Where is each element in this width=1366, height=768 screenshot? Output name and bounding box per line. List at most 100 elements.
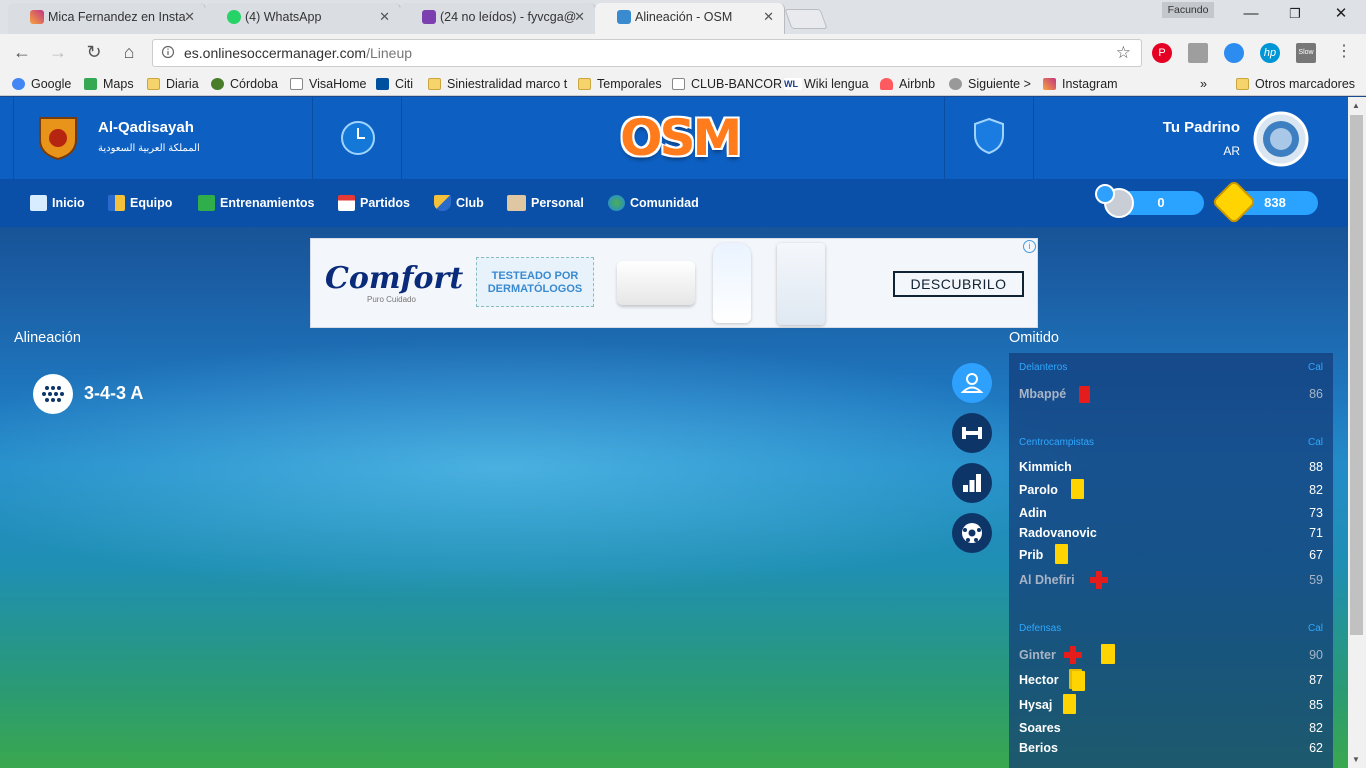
stats-view-button[interactable]: [952, 463, 992, 503]
cloud-icon[interactable]: [1224, 43, 1244, 63]
match-view-button[interactable]: [952, 513, 992, 553]
player-rating: 62: [1309, 741, 1323, 755]
pinterest-icon[interactable]: P: [1152, 43, 1172, 63]
hp-icon[interactable]: hp: [1260, 43, 1280, 63]
nav-partidos[interactable]: Partidos: [338, 195, 410, 211]
restore-icon[interactable]: ❐: [1272, 2, 1318, 28]
close-icon[interactable]: ✕: [763, 3, 774, 31]
ad-info-icon[interactable]: i: [1023, 240, 1036, 253]
airbnb-icon: [880, 78, 893, 90]
shield-section[interactable]: [944, 97, 1034, 179]
bookmark-maps[interactable]: Maps: [84, 75, 134, 93]
player-row[interactable]: Soares 82: [1019, 720, 1323, 738]
citi-icon: [376, 78, 389, 90]
nav-equipo[interactable]: Equipo: [108, 195, 172, 211]
player-row[interactable]: Berios 62: [1019, 740, 1323, 758]
bookmark-cordoba[interactable]: Córdoba: [211, 75, 278, 93]
club-crest-icon: [39, 117, 77, 160]
bookmarks-overflow[interactable]: »: [1200, 75, 1207, 93]
address-bar[interactable]: es.onlinesoccermanager.com/Lineup ☆: [152, 39, 1142, 67]
bookmark-citi[interactable]: Citi: [376, 75, 413, 93]
page-content: Al-Qadisayah المملكة العربية السعودية OS…: [0, 97, 1348, 768]
bookmark-instagram[interactable]: Instagram: [1043, 75, 1118, 93]
club-section[interactable]: Al-Qadisayah المملكة العربية السعودية: [13, 97, 313, 179]
player-row[interactable]: Parolo 82: [1019, 479, 1323, 500]
rating-header[interactable]: Cal: [1308, 437, 1323, 448]
osm-icon: [617, 10, 631, 24]
player-view-button[interactable]: [952, 363, 992, 403]
close-icon[interactable]: ✕: [184, 3, 195, 31]
menu-icon[interactable]: ⋮: [1332, 40, 1356, 64]
player-row[interactable]: Hector 87: [1019, 669, 1323, 691]
player-row[interactable]: Kimmich 88: [1019, 459, 1323, 477]
bookmark-siniestralidad[interactable]: Siniestralidad marco t: [428, 75, 567, 93]
manager-name[interactable]: Tu Padrino: [1163, 119, 1240, 136]
browser-toolbar: ← → ↻ ⌂ es.onlinesoccermanager.com/Lineu…: [0, 34, 1366, 72]
bookmark-label: VisaHome: [309, 77, 367, 91]
close-icon[interactable]: ✕: [379, 3, 390, 31]
scroll-down-icon[interactable]: ▼: [1352, 755, 1360, 764]
tab-mail[interactable]: (24 no leídos) - fyvcga@ ✕: [400, 3, 596, 34]
bookmark-wiki-lengua[interactable]: WL Wiki lengua: [784, 75, 869, 93]
scrollbar-thumb[interactable]: [1350, 115, 1363, 635]
player-row[interactable]: Ginter 90: [1019, 644, 1323, 665]
nav-inicio[interactable]: Inicio: [30, 195, 85, 211]
bookmark-visahome[interactable]: VisaHome: [290, 75, 366, 93]
nav-entrenamientos[interactable]: Entrenamientos: [198, 195, 314, 211]
add-coins-icon[interactable]: [1095, 184, 1115, 204]
tab-whatsapp[interactable]: (4) WhatsApp ✕: [205, 3, 401, 34]
tab-osm[interactable]: Alineación - OSM ✕: [595, 3, 785, 34]
bookmark-airbnb[interactable]: Airbnb: [880, 75, 935, 93]
player-row[interactable]: Hysaj 85: [1019, 694, 1323, 715]
extension-icon[interactable]: Slow: [1296, 43, 1316, 63]
profile-badge[interactable]: Facundo: [1162, 2, 1214, 18]
forward-icon[interactable]: →: [46, 40, 70, 64]
rating-header[interactable]: Cal: [1308, 362, 1323, 373]
yellow-card-icon: [1055, 544, 1068, 564]
bookmark-otros[interactable]: Otros marcadores: [1236, 75, 1355, 93]
page-scrollbar[interactable]: ▲ ▼: [1348, 97, 1366, 768]
osm-logo[interactable]: OSM: [620, 109, 742, 167]
player-row[interactable]: Mbappé 86: [1019, 386, 1323, 404]
formation-label[interactable]: 3-4-3 A: [84, 383, 143, 404]
back-icon[interactable]: ←: [10, 40, 34, 64]
close-icon[interactable]: ✕: [574, 3, 585, 31]
formation-button[interactable]: [33, 374, 73, 414]
minimize-icon[interactable]: —: [1228, 2, 1274, 28]
training-view-button[interactable]: [952, 413, 992, 453]
bookmark-label: Córdoba: [230, 77, 278, 91]
nav-club[interactable]: Club: [434, 195, 484, 211]
player-row[interactable]: Adin 73: [1019, 505, 1323, 523]
bookmark-siguiente[interactable]: Siguiente >: [949, 75, 1031, 93]
bookmark-club-bancor[interactable]: CLUB-BANCOR: [672, 75, 782, 93]
browser-tab-strip: Mica Fernandez en Insta ✕ (4) WhatsApp ✕…: [0, 0, 1366, 34]
tab-instagram[interactable]: Mica Fernandez en Insta ✕: [8, 3, 206, 34]
player-row[interactable]: Al Dhefiri 59: [1019, 571, 1323, 590]
scroll-up-icon[interactable]: ▲: [1352, 101, 1360, 110]
ad-tested-line: DERMATÓLOGOS: [487, 283, 583, 295]
bookmark-temporales[interactable]: Temporales: [578, 75, 662, 93]
person-icon: [960, 373, 984, 393]
ad-cta-button[interactable]: DESCUBRILO: [893, 271, 1024, 297]
window-close-icon[interactable]: ✕: [1318, 2, 1364, 28]
player-name: Kimmich: [1019, 460, 1072, 474]
rating-header[interactable]: Cal: [1308, 623, 1323, 634]
manager-avatar[interactable]: [1250, 110, 1312, 168]
bookmark-google[interactable]: Google: [12, 75, 71, 93]
reload-icon[interactable]: ↻: [82, 40, 106, 64]
info-icon[interactable]: [162, 45, 174, 59]
bosscoin-icon: [1211, 179, 1257, 225]
bookmark-label: Citi: [395, 77, 414, 91]
advert-banner[interactable]: Comfort Puro Cuidado TESTEADO POR DERMATÓ…: [310, 238, 1038, 328]
new-tab-button[interactable]: [784, 9, 828, 29]
bookmark-star-icon[interactable]: ☆: [1116, 43, 1131, 63]
drive-icon[interactable]: [1188, 43, 1208, 63]
player-row[interactable]: Prib 67: [1019, 544, 1323, 565]
bookmark-diaria[interactable]: Diaria: [147, 75, 199, 93]
player-row[interactable]: Radovanovic 71: [1019, 525, 1323, 543]
nav-comunidad[interactable]: Comunidad: [608, 195, 699, 211]
player-rating: 90: [1309, 648, 1323, 662]
home-icon[interactable]: ⌂: [117, 40, 141, 64]
clock-section[interactable]: [312, 97, 402, 179]
nav-personal[interactable]: Personal: [507, 195, 584, 211]
